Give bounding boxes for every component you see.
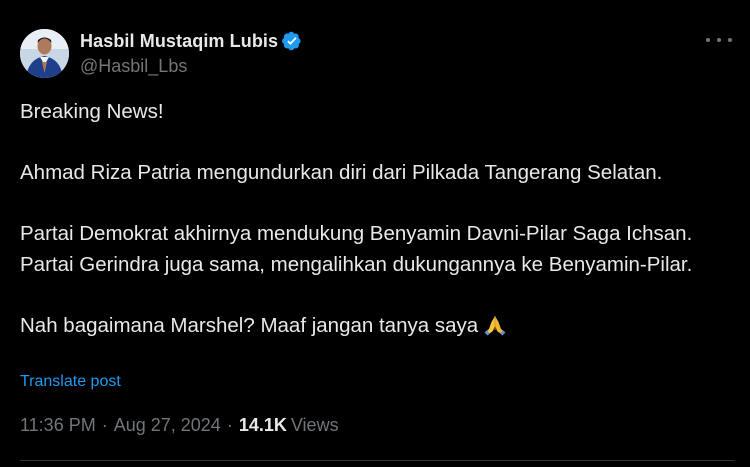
- verified-badge-icon[interactable]: [282, 31, 302, 51]
- avatar-image: [20, 28, 69, 78]
- views-label: Views: [290, 415, 339, 435]
- tweet-header: Hasbil Mustaqim Lubis @Hasbil_Lbs: [20, 27, 302, 79]
- more-options-icon[interactable]: [706, 30, 732, 50]
- display-name[interactable]: Hasbil Mustaqim Lubis: [80, 31, 278, 52]
- meta-separator: ·: [101, 415, 108, 435]
- tweet-paragraph: Partai Demokrat akhirnya mendukung Benya…: [20, 222, 693, 276]
- author-names: Hasbil Mustaqim Lubis @Hasbil_Lbs: [80, 29, 302, 77]
- tweet-paragraph: Breaking News!: [20, 100, 164, 123]
- tweet-text: Breaking News! Ahmad Riza Patria mengund…: [20, 97, 735, 341]
- translate-post-link[interactable]: Translate post: [20, 373, 121, 391]
- author-handle[interactable]: @Hasbil_Lbs: [80, 56, 302, 77]
- views-count: 14.1K: [238, 415, 287, 435]
- name-row: Hasbil Mustaqim Lubis: [80, 29, 302, 53]
- tweet-card: Hasbil Mustaqim Lubis @Hasbil_Lbs Breaki…: [0, 0, 750, 467]
- more-dot: [728, 38, 732, 42]
- tweet-meta: 11:36 PM · Aug 27, 2024 · 14.1K Views: [20, 415, 339, 436]
- tweet-paragraph: Ahmad Riza Patria mengundurkan diri dari…: [20, 161, 663, 184]
- tweet-paragraph-text: Nah bagaimana Marshel? Maaf jangan tanya…: [20, 313, 479, 337]
- folded-hands-icon: [482, 312, 508, 336]
- divider: [20, 460, 735, 461]
- more-dot: [717, 38, 721, 42]
- tweet-paragraph-last: Nah bagaimana Marshel? Maaf jangan tanya…: [20, 311, 735, 342]
- more-dot: [706, 38, 710, 42]
- post-time[interactable]: 11:36 PM: [20, 415, 96, 436]
- post-date[interactable]: Aug 27, 2024: [114, 415, 221, 436]
- avatar[interactable]: [20, 28, 69, 78]
- meta-separator: ·: [226, 415, 233, 435]
